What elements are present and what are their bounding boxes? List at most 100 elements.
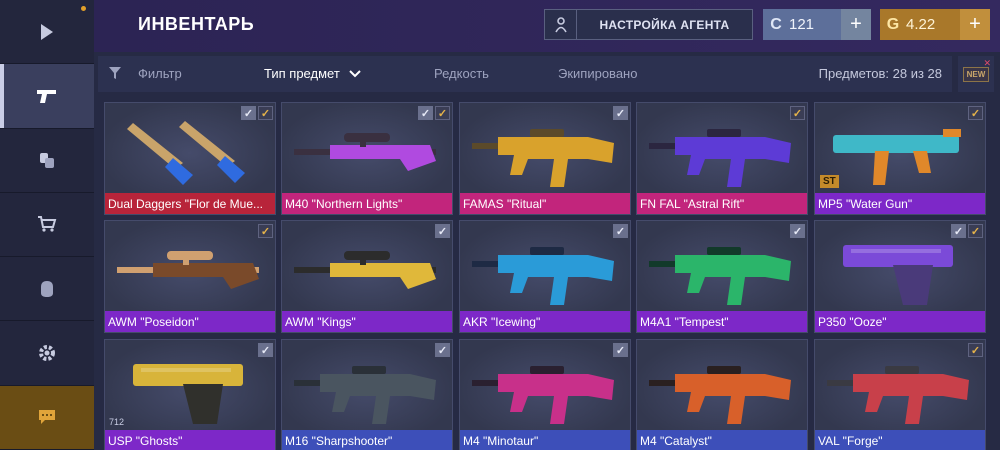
equipped-check-icon[interactable]: ✓ <box>258 106 273 120</box>
agent-icon <box>545 10 577 39</box>
equipped-check-icon[interactable]: ✓ <box>790 106 805 120</box>
inventory-card[interactable]: M4 "Catalyst" <box>636 339 808 450</box>
add-silver-button[interactable]: + <box>841 9 871 40</box>
inventory-card[interactable]: ✓ M16 "Sharpshooter" <box>281 339 453 450</box>
item-name: M4 "Catalyst" <box>637 430 807 450</box>
rarity-filter[interactable]: Редкость <box>434 66 489 81</box>
selected-check-icon[interactable]: ✓ <box>435 224 450 238</box>
inventory-card[interactable]: ✓ M4A1 "Tempest" <box>636 220 808 333</box>
sniper-rifle-icon <box>113 231 263 312</box>
rifle-icon <box>645 350 795 431</box>
sidebar-item-settings[interactable] <box>0 321 94 386</box>
agent-settings-label: НАСТРОЙКА АГЕНТА <box>599 17 730 32</box>
silver-currency: C 121 + <box>763 9 871 40</box>
equipped-check-icon[interactable]: ✓ <box>968 224 983 238</box>
sidebar-item-wallet[interactable] <box>0 128 94 193</box>
item-name: FAMAS "Ritual" <box>460 193 630 214</box>
selected-check-icon[interactable]: ✓ <box>613 106 628 120</box>
pistol-icon <box>113 350 263 431</box>
chevron-down-icon <box>349 70 362 78</box>
selected-check-icon[interactable]: ✓ <box>613 224 628 238</box>
rifle-icon <box>468 113 618 194</box>
add-gold-button[interactable]: + <box>960 9 990 40</box>
rifle-icon <box>468 350 618 431</box>
inventory-card[interactable]: ✓ ✓ P350 "Ooze" <box>814 220 986 333</box>
selected-check-icon[interactable]: ✓ <box>418 106 433 120</box>
dual-daggers-icon <box>113 113 263 194</box>
item-name: AWM "Kings" <box>282 311 452 332</box>
equipped-check-icon[interactable]: ✓ <box>968 106 983 120</box>
equipped-check-icon[interactable]: ✓ <box>258 224 273 238</box>
selected-check-icon[interactable]: ✓ <box>613 343 628 357</box>
inventory-card[interactable]: ✓ ST MP5 "Water Gun" <box>814 102 986 215</box>
inventory-card[interactable]: ✓ M4 "Minotaur" <box>459 339 631 450</box>
selected-check-icon[interactable]: ✓ <box>790 224 805 238</box>
inventory-card[interactable]: ✓ AKR "Icewing" <box>459 220 631 333</box>
new-items-button[interactable]: NEW ✕ <box>958 56 994 92</box>
inventory-card[interactable]: ✓ ✓ M40 "Northern Lights" <box>281 102 453 215</box>
item-count: Предметов: 28 из 28 <box>818 66 942 81</box>
sidebar-item-chat[interactable] <box>0 385 94 450</box>
stattrack-badge: ST <box>820 175 839 188</box>
inventory-card[interactable]: ✓ ✓ Dual Daggers "Flor de Mue... <box>104 102 276 215</box>
type-dropdown[interactable]: Тип предмет <box>264 66 362 81</box>
gear-icon <box>39 345 55 362</box>
pistol-icon <box>37 89 56 103</box>
item-image <box>815 103 985 194</box>
selected-check-icon[interactable]: ✓ <box>258 343 273 357</box>
pistol-icon <box>823 231 973 312</box>
inventory-card[interactable]: ✓ AWM "Kings" <box>281 220 453 333</box>
item-name: AKR "Icewing" <box>460 311 630 332</box>
gold-currency: G 4.22 + <box>880 9 990 40</box>
coins-icon <box>40 153 54 169</box>
inventory-card[interactable]: ✓ 712 USP "Ghosts" <box>104 339 276 450</box>
inventory-grid: ✓ ✓ Dual Daggers "Flor de Mue... ✓ ✓ M40 "No… <box>104 102 988 450</box>
item-name: MP5 "Water Gun" <box>815 193 985 214</box>
item-image <box>282 221 452 312</box>
equipped-check-icon[interactable]: ✓ <box>435 106 450 120</box>
inventory-card[interactable]: ✓ FAMAS "Ritual" <box>459 102 631 215</box>
item-name: VAL "Forge" <box>815 430 985 450</box>
page-title: ИНВЕНТАРЬ <box>138 14 255 34</box>
item-name: M4A1 "Tempest" <box>637 311 807 332</box>
silver-coin-icon: C <box>770 15 782 33</box>
inventory-card[interactable]: ✓ VAL "Forge" <box>814 339 986 450</box>
filter-bar: Фильтр Тип предмет Редкость Экипировано … <box>98 56 952 92</box>
gold-amount: 4.22 <box>906 16 936 33</box>
kill-counter: 712 <box>109 417 125 427</box>
play-icon <box>41 23 53 40</box>
rifle-icon <box>468 231 618 312</box>
item-image <box>815 340 985 431</box>
inventory-card[interactable]: ✓ AWM "Poseidon" <box>104 220 276 333</box>
item-image <box>460 103 630 194</box>
type-dropdown-label: Тип предмет <box>264 66 340 81</box>
rifle-icon <box>645 231 795 312</box>
item-name: AWM "Poseidon" <box>105 311 275 332</box>
filter-button[interactable]: Фильтр <box>138 66 182 81</box>
selected-check-icon[interactable]: ✓ <box>951 224 966 238</box>
item-image <box>105 340 275 431</box>
item-name: FN FAL "Astral Rift" <box>637 193 807 214</box>
item-name: M4 "Minotaur" <box>460 430 630 450</box>
item-image <box>637 221 807 312</box>
item-name: P350 "Ooze" <box>815 311 985 332</box>
inventory-card[interactable]: ✓ FN FAL "Astral Rift" <box>636 102 808 215</box>
sidebar-item-inventory[interactable] <box>0 64 94 129</box>
smg-icon <box>823 113 973 194</box>
selected-check-icon[interactable]: ✓ <box>435 343 450 357</box>
equipped-check-icon[interactable]: ✓ <box>968 343 983 357</box>
hand-icon <box>41 280 53 297</box>
cart-icon <box>38 216 57 233</box>
sniper-rifle-icon <box>290 231 440 312</box>
notification-dot <box>81 6 86 11</box>
sidebar-item-shop[interactable] <box>0 192 94 258</box>
sidebar-item-play[interactable] <box>0 0 94 65</box>
agent-settings-button[interactable]: НАСТРОЙКА АГЕНТА <box>544 9 753 40</box>
filter-icon[interactable] <box>108 66 122 80</box>
item-image <box>637 340 807 431</box>
item-name: Dual Daggers "Flor de Mue... <box>105 193 275 214</box>
sidebar-item-clan[interactable] <box>0 257 94 322</box>
item-name: USP "Ghosts" <box>105 430 275 450</box>
equipped-filter[interactable]: Экипировано <box>558 66 637 81</box>
selected-check-icon[interactable]: ✓ <box>241 106 256 120</box>
